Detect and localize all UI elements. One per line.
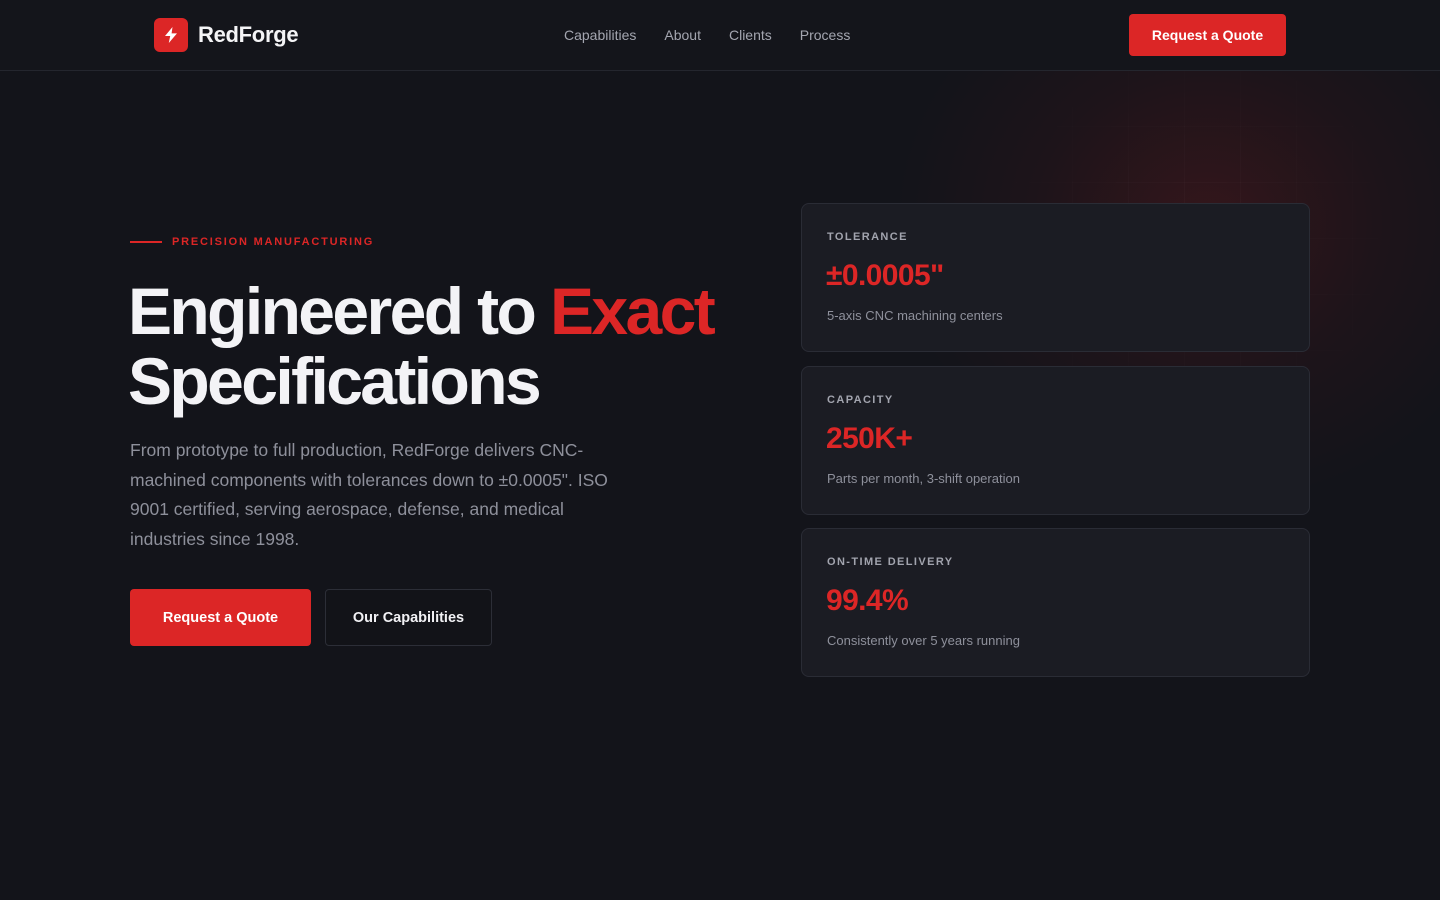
headline-accent: Exact — [550, 274, 716, 348]
our-capabilities-button[interactable]: Our Capabilities — [325, 589, 492, 646]
stat-card-on-time-delivery: ON-TIME DELIVERY 99.4% Consistently over… — [801, 528, 1310, 677]
headline-part2: Specifications — [128, 344, 542, 418]
hero-eyebrow: PRECISION MANUFACTURING — [130, 236, 374, 248]
stat-label: CAPACITY — [827, 394, 894, 406]
nav-link-process[interactable]: Process — [800, 27, 851, 43]
stat-card-capacity: CAPACITY 250K+ Parts per month, 3-shift … — [801, 366, 1310, 515]
eyebrow-text: PRECISION MANUFACTURING — [172, 236, 375, 248]
stat-description: Parts per month, 3-shift operation — [827, 471, 1020, 486]
nav-link-capabilities[interactable]: Capabilities — [564, 27, 636, 43]
brand-name: RedForge — [198, 22, 299, 47]
brand-logo[interactable]: RedForge — [154, 18, 299, 52]
hero-request-quote-button[interactable]: Request a Quote — [130, 589, 311, 646]
stat-value: 99.4% — [826, 584, 909, 617]
nav-request-quote-button[interactable]: Request a Quote — [1129, 14, 1286, 56]
stat-description: Consistently over 5 years running — [827, 633, 1020, 648]
lightning-bolt-icon — [154, 18, 188, 52]
stat-label: TOLERANCE — [827, 231, 908, 243]
nav-link-about[interactable]: About — [664, 27, 701, 43]
nav-link-clients[interactable]: Clients — [729, 27, 772, 43]
stat-value: 250K+ — [826, 422, 913, 455]
stat-value: ±0.0005" — [826, 259, 944, 292]
stat-card-tolerance: TOLERANCE ±0.0005" 5-axis CNC machining … — [801, 203, 1310, 352]
eyebrow-divider — [130, 241, 162, 243]
top-navbar: RedForge Capabilities About Clients Proc… — [0, 0, 1440, 71]
stat-label: ON-TIME DELIVERY — [827, 556, 954, 568]
headline-part1: Engineered to — [128, 274, 550, 348]
hero-description: From prototype to full production, RedFo… — [130, 440, 608, 549]
hero-headline: Engineered to Exact Specifications — [128, 276, 768, 416]
main-nav: Capabilities About Clients Process — [564, 27, 850, 43]
stat-description: 5-axis CNC machining centers — [827, 308, 1003, 323]
